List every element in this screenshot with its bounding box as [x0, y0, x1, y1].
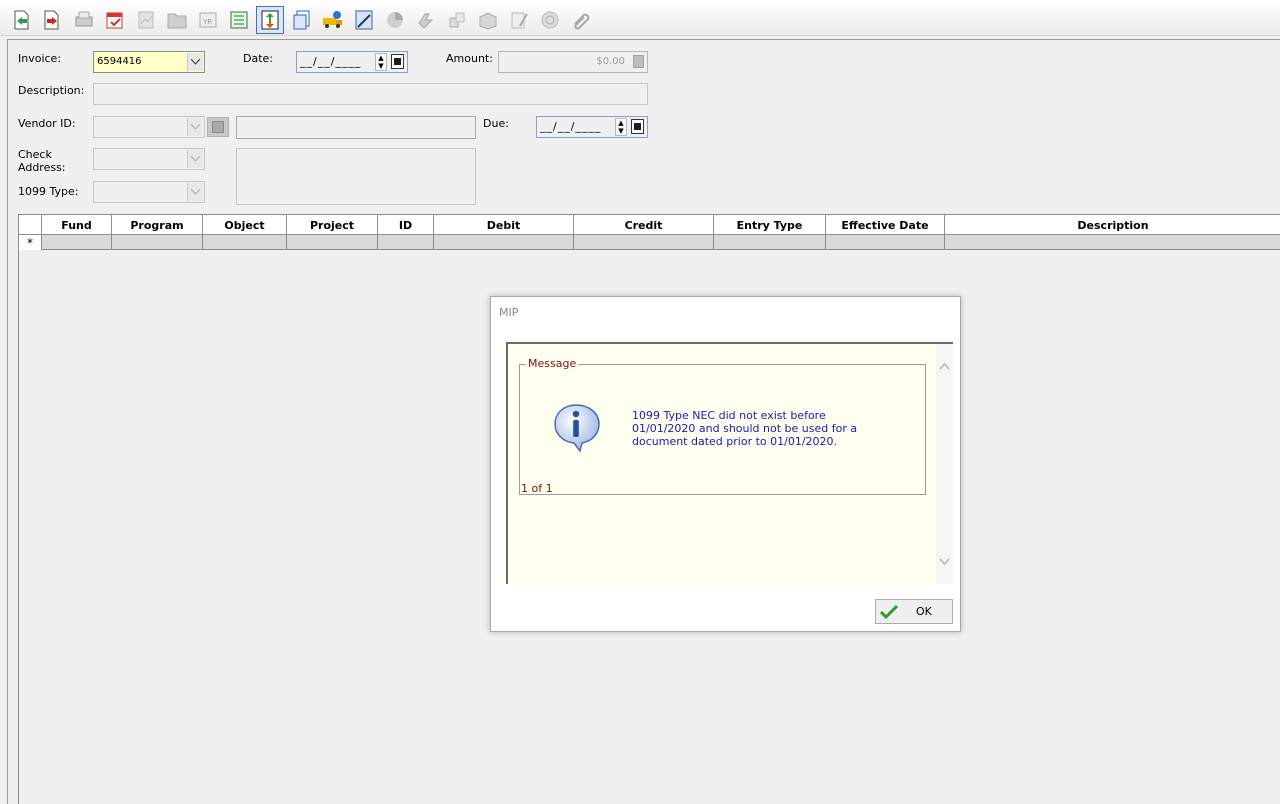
import-export-icon[interactable]	[256, 6, 284, 34]
chevron-down-icon[interactable]	[187, 118, 203, 136]
calendar-check-icon[interactable]	[103, 8, 127, 32]
col-header-id[interactable]: ID	[378, 215, 434, 235]
chevron-down-icon[interactable]	[187, 150, 203, 168]
cell-object[interactable]	[203, 235, 287, 250]
copy-document-icon[interactable]	[290, 8, 314, 32]
lookup-icon	[212, 121, 224, 133]
cell-entry-type[interactable]	[714, 235, 826, 250]
check-address-label-line2: Address:	[18, 161, 66, 174]
chevron-down-icon[interactable]	[939, 558, 950, 566]
description-field[interactable]	[93, 83, 648, 105]
col-header-object[interactable]: Object	[203, 215, 287, 235]
calendar-icon[interactable]	[391, 54, 404, 69]
invoice-value: 6594416	[97, 56, 142, 67]
vendor-lookup-button[interactable]	[207, 117, 229, 137]
truck-info-icon[interactable]	[321, 8, 345, 32]
col-header-project[interactable]: Project	[287, 215, 378, 235]
paperclip-icon[interactable]	[569, 8, 593, 32]
vendor-id-label: Vendor ID:	[18, 117, 76, 130]
calculator-icon[interactable]	[352, 8, 376, 32]
invoice-combo[interactable]: 6594416	[93, 51, 205, 73]
attachment-icon[interactable]	[538, 8, 562, 32]
due-date-field[interactable]: __/__/____ ▲ ▼	[536, 116, 648, 138]
cell-description[interactable]	[945, 235, 1280, 250]
report-icon[interactable]	[134, 8, 158, 32]
dialog-title: MIP	[499, 306, 519, 319]
vendor-id-combo[interactable]	[93, 116, 205, 138]
message-group-label: Message	[526, 357, 579, 370]
cell-id[interactable]	[378, 235, 434, 250]
col-header-description[interactable]: Description	[945, 215, 1280, 235]
refresh-icon[interactable]	[414, 8, 438, 32]
1099-type-label: 1099 Type:	[18, 185, 79, 198]
date-field[interactable]: __/__/____ ▲ ▼	[296, 51, 408, 73]
col-header-credit[interactable]: Credit	[574, 215, 714, 235]
message-scrollbar[interactable]	[936, 344, 953, 584]
svg-text:YR: YR	[202, 18, 212, 26]
due-label: Due:	[483, 117, 509, 130]
calendar-icon[interactable]	[631, 119, 644, 134]
message-group: Message 1099 Type NEC did not exist befo…	[519, 357, 926, 495]
distribute-icon[interactable]	[476, 8, 500, 32]
year-icon[interactable]: YR	[196, 8, 220, 32]
col-header-effective-date[interactable]: Effective Date	[826, 215, 945, 235]
delete-document-icon[interactable]	[40, 8, 64, 32]
info-icon	[554, 404, 600, 453]
message-area: Message 1099 Type NEC did not exist befo…	[506, 342, 953, 584]
due-date-spinner[interactable]: ▲ ▼	[615, 118, 627, 136]
print-icon[interactable]	[72, 8, 96, 32]
new-document-icon[interactable]	[10, 8, 34, 32]
date-value: __/__/____	[300, 55, 362, 68]
invoice-label: Invoice:	[18, 52, 62, 65]
message-dialog: MIP Message 1099 Type NEC did not exist …	[490, 296, 961, 632]
row-selector-header	[19, 215, 42, 235]
ok-button-label: OK	[916, 605, 932, 618]
col-header-fund[interactable]: Fund	[42, 215, 112, 235]
reverse-icon[interactable]	[445, 8, 469, 32]
cell-fund[interactable]	[42, 235, 112, 250]
description-label: Description:	[18, 84, 85, 97]
cell-program[interactable]	[112, 235, 203, 250]
list-icon[interactable]	[227, 8, 251, 32]
amount-value: $0.00	[596, 56, 625, 67]
calculator-button-icon[interactable]	[633, 55, 644, 68]
new-row-marker: *	[19, 235, 42, 250]
check-address-combo[interactable]	[93, 148, 205, 170]
cell-debit[interactable]	[434, 235, 574, 250]
check-address-text[interactable]	[236, 148, 476, 205]
col-header-debit[interactable]: Debit	[434, 215, 574, 235]
1099-type-combo[interactable]	[93, 181, 205, 203]
amount-label: Amount:	[446, 52, 493, 65]
chevron-down-icon[interactable]	[187, 183, 203, 201]
check-address-label-line1: Check	[18, 148, 52, 161]
col-header-program[interactable]: Program	[112, 215, 203, 235]
amount-field[interactable]: $0.00	[498, 51, 648, 73]
cell-project[interactable]	[287, 235, 378, 250]
checkmark-icon	[880, 604, 898, 619]
toolbar: YR	[0, 0, 1280, 36]
cell-effective-date[interactable]	[826, 235, 945, 250]
message-text: 1099 Type NEC did not exist before 01/01…	[632, 409, 858, 448]
table-row[interactable]: *	[19, 235, 1280, 250]
pie-chart-icon[interactable]	[383, 8, 407, 32]
date-spinner[interactable]: ▲ ▼	[375, 53, 387, 71]
vendor-name-field[interactable]	[236, 116, 476, 139]
chevron-up-icon[interactable]	[939, 362, 950, 370]
message-counter: 1 of 1	[521, 482, 553, 495]
date-label: Date:	[243, 52, 273, 65]
due-date-value: __/__/____	[540, 120, 602, 133]
grid-header: Fund Program Object Project ID Debit Cre…	[19, 215, 1280, 235]
col-header-entry-type[interactable]: Entry Type	[714, 215, 826, 235]
chevron-down-icon[interactable]	[187, 53, 203, 71]
note-icon[interactable]	[507, 8, 531, 32]
folder-icon[interactable]	[165, 8, 189, 32]
ok-button[interactable]: OK	[875, 599, 953, 624]
cell-credit[interactable]	[574, 235, 714, 250]
